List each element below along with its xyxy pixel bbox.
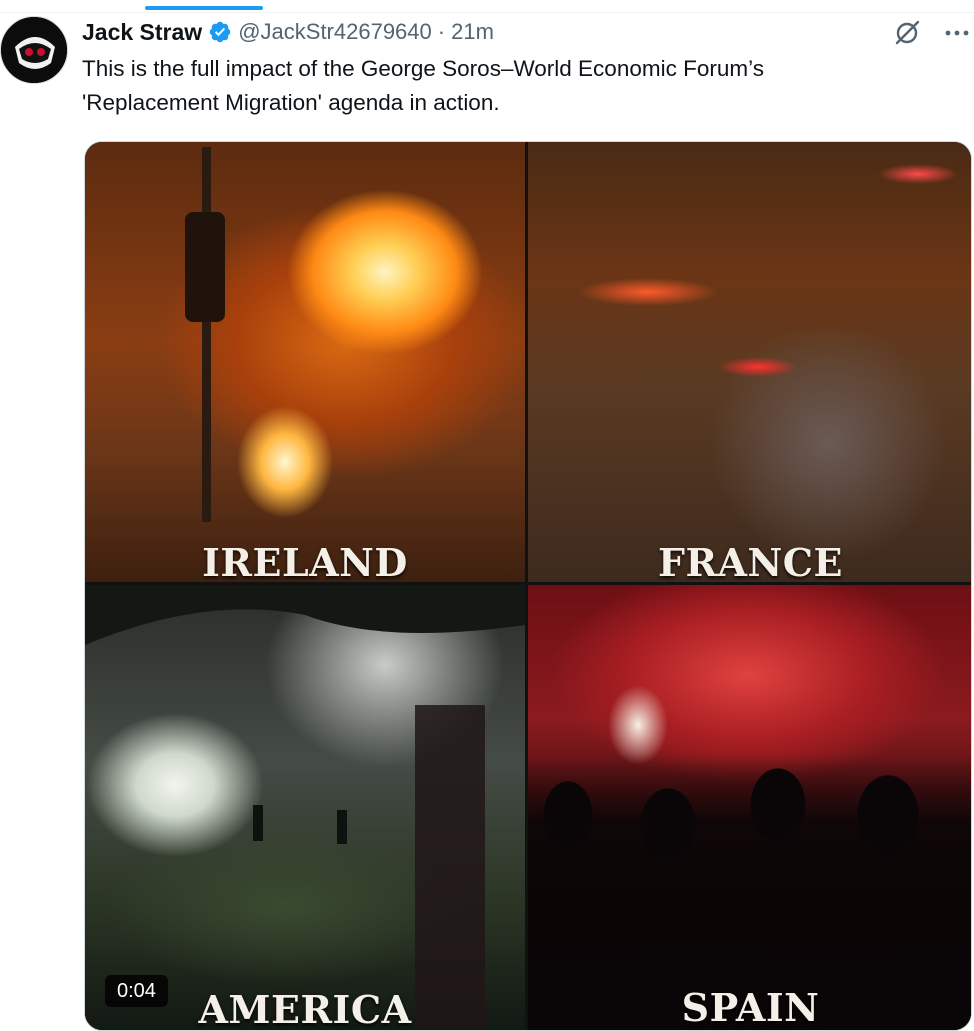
- verified-badge-icon[interactable]: [208, 20, 232, 44]
- grok-slash-icon[interactable]: [892, 18, 922, 48]
- more-ellipsis-icon[interactable]: [940, 18, 974, 48]
- video-panel-france: FRANCE: [528, 142, 971, 582]
- author-handle[interactable]: @JackStr42679640: [238, 19, 432, 45]
- panel-label-ireland: IRELAND: [202, 540, 408, 582]
- panel-label-spain: SPAIN: [681, 985, 820, 1030]
- author-avatar[interactable]: [0, 16, 68, 84]
- panel-label-france: FRANCE: [658, 540, 843, 582]
- video-duration-badge: 0:04: [105, 975, 168, 1007]
- author-display-name[interactable]: Jack Straw: [82, 19, 202, 46]
- video-player[interactable]: IRELAND FRANCE AMERICA SPAIN: [84, 141, 972, 1031]
- tweet-timestamp[interactable]: 21m: [451, 19, 494, 45]
- tweet-header: Jack Straw @JackStr42679640 · 21m: [82, 14, 494, 50]
- video-panel-america: AMERICA: [85, 585, 525, 1030]
- top-divider: [0, 0, 974, 13]
- traffic-light-pole-shape: [185, 147, 225, 522]
- video-panel-spain: SPAIN: [528, 585, 971, 1030]
- active-tab-indicator: [145, 6, 263, 10]
- tree-silhouette-shape: [85, 585, 525, 1030]
- skull-mask-avatar-icon: [1, 17, 67, 83]
- meta-separator: ·: [437, 19, 446, 44]
- video-panel-ireland: IRELAND: [85, 142, 525, 582]
- tweet-body-text: This is the full impact of the George So…: [82, 56, 764, 115]
